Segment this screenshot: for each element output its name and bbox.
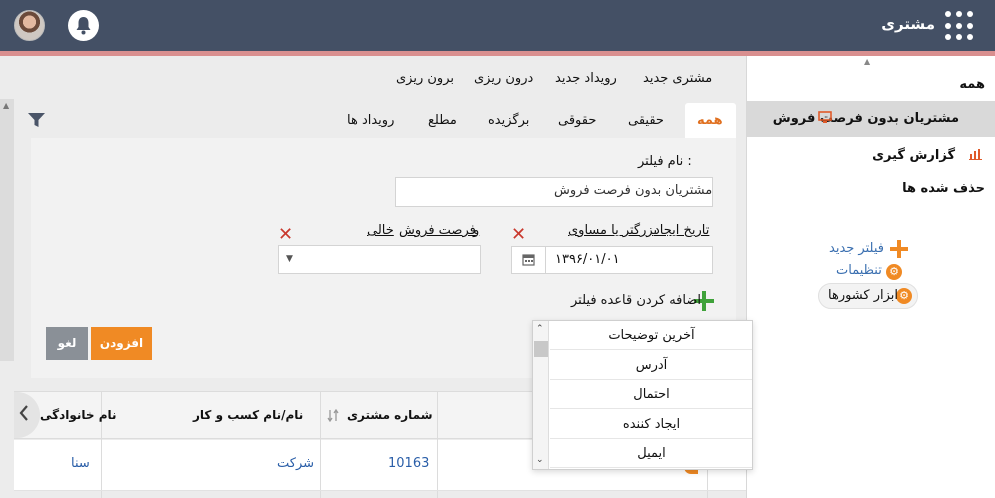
dropdown-scroll-thumb[interactable] (534, 341, 548, 357)
new-filter-plus-icon[interactable] (890, 240, 908, 258)
add-button[interactable]: افزودن (91, 327, 152, 360)
dropdown-scroll-down-icon[interactable]: ⌄ (536, 455, 544, 465)
sort-icon[interactable] (327, 409, 339, 422)
dropdown-option[interactable]: ایجاد کننده (550, 410, 752, 439)
menu-import[interactable]: درون ریزی (474, 71, 533, 86)
rule2-remove-icon[interactable]: ✕ (278, 226, 293, 244)
new-filter-link[interactable]: فیلتر جدید (829, 241, 884, 256)
settings-gear-icon[interactable]: ⚙ (886, 264, 902, 280)
country-tools-label: ابزار کشورها (828, 288, 899, 303)
rule2-field[interactable]: فرصت فروش (399, 223, 476, 238)
notifications-bell-icon[interactable] (68, 10, 99, 41)
dropdown-option[interactable]: احتمال (550, 380, 752, 409)
bar-chart-icon (969, 149, 982, 160)
tab-informed[interactable]: مطلع (428, 113, 457, 128)
cancel-button[interactable]: لغو (46, 327, 88, 360)
grid-row-border (14, 490, 746, 491)
sidebar-item-deleted[interactable]: حذف شده ها (902, 181, 985, 196)
rule1-field[interactable]: تاریخ ایجاد (654, 223, 709, 238)
tab-legal[interactable]: حقیقی (628, 113, 664, 128)
tab-events[interactable]: رویداد ها (347, 113, 394, 128)
grid-divider (437, 391, 438, 498)
sidebar-scroll-up-icon[interactable]: ▲ (864, 57, 870, 66)
cell-customer-number[interactable]: 10163 (388, 456, 429, 471)
dropdown-scroll-up-icon[interactable]: ⌃ (536, 324, 544, 334)
rule1-date-value: ۱۳۹۶/۰۱/۰۱ (555, 252, 620, 267)
user-avatar[interactable] (14, 10, 45, 41)
app-title: مشتری (881, 15, 935, 33)
col-customer-number[interactable]: شماره مشتری (347, 408, 433, 422)
filter-name-value: مشتریان بدون فرصت فروش (554, 183, 713, 198)
rule1-operator[interactable]: بزرگتر یا مساوی (568, 223, 657, 238)
top-bar (0, 0, 995, 51)
select-caret-icon[interactable]: ▼ (286, 254, 293, 264)
left-scrollbar[interactable] (0, 99, 14, 361)
tab-natural[interactable]: حقوقی (558, 113, 596, 128)
monitor-icon (818, 111, 832, 123)
cell-family-name[interactable]: سنا (71, 456, 90, 471)
calendar-icon[interactable] (522, 253, 535, 266)
chevron-left-icon[interactable] (19, 405, 29, 421)
rule1-remove-icon[interactable]: ✕ (511, 226, 526, 244)
apps-grid-icon[interactable] (945, 11, 975, 41)
tab-selected[interactable]: برگزیده (488, 113, 529, 128)
filter-funnel-icon[interactable] (28, 113, 45, 128)
scroll-up-arrow-icon[interactable]: ▲ (3, 101, 9, 110)
dropdown-scrollbar[interactable]: ⌃ ⌄ (533, 321, 549, 469)
col-family-name[interactable]: نام خانوادگی (40, 408, 117, 422)
sidebar-item-reporting[interactable]: گزارش گیری (872, 148, 955, 163)
add-rule-link[interactable]: اضافه کردن قاعده فیلتر (571, 293, 701, 308)
country-tools-gear-icon: ⚙ (896, 288, 912, 304)
cell-business-name[interactable]: شرکت (277, 456, 314, 471)
field-options-dropdown[interactable]: ⌃ ⌄ آخرین توضیحات آدرس احتمال ایجاد کنند… (532, 320, 753, 470)
sidebar-item-customers-no-opportunity[interactable]: مشتریان بدون فرصت فروش (773, 111, 959, 126)
dropdown-option[interactable]: آدرس (550, 351, 752, 380)
rule2-operator[interactable]: خالی (367, 223, 394, 238)
col-business-name[interactable]: نام/نام کسب و کار (193, 408, 303, 422)
dropdown-option[interactable]: آخرین توضیحات (550, 321, 752, 350)
menu-new-customer[interactable]: مشتری جدید (643, 71, 712, 86)
rule2-value-select[interactable] (278, 245, 481, 274)
settings-link[interactable]: تنظیمات (836, 263, 882, 278)
date-input-divider (545, 247, 546, 273)
sidebar-item-all[interactable]: همه (959, 77, 985, 92)
menu-export[interactable]: برون ریزی (396, 71, 454, 86)
tab-all[interactable]: همه (697, 113, 723, 128)
menu-new-event[interactable]: رویداد جدید (555, 71, 617, 86)
grid-divider (320, 391, 321, 498)
dropdown-option[interactable]: ایمیل (550, 439, 752, 468)
filter-name-label: نام فیلتر : (638, 154, 692, 169)
